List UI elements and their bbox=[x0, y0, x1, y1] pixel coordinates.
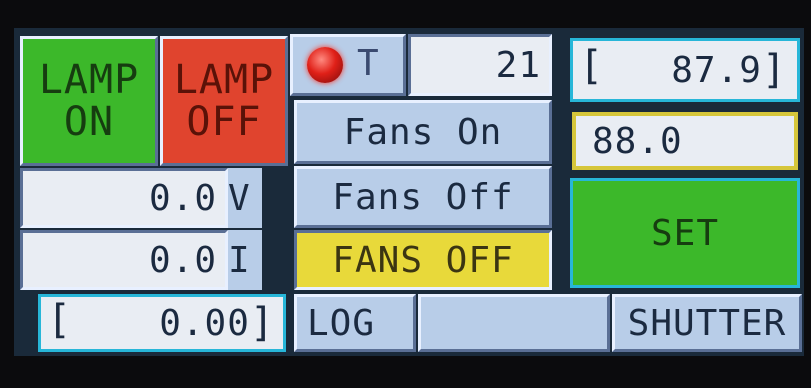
lamp-off-label-1: LAMP bbox=[173, 57, 275, 103]
hmi-screen: LAMP ON LAMP OFF T 21 Fans On Fans Off F… bbox=[14, 28, 804, 356]
bracket-left-icon: [ bbox=[47, 297, 73, 343]
red-led-icon bbox=[307, 47, 343, 83]
log-button[interactable]: LOG bbox=[294, 294, 416, 352]
indicator-value: 21 bbox=[408, 34, 552, 96]
bracket-right-icon: ] bbox=[761, 47, 787, 93]
voltage-value: 0.0 bbox=[148, 177, 217, 219]
target-setpoint-value: 88.0 bbox=[592, 120, 683, 162]
target-setpoint-input[interactable]: 88.0 bbox=[572, 112, 798, 170]
current-unit: I bbox=[228, 230, 262, 290]
shutter-button[interactable]: SHUTTER bbox=[612, 294, 802, 352]
fans-on-label: Fans On bbox=[343, 111, 503, 153]
current-value: 0.0 bbox=[148, 239, 217, 281]
t-label: T bbox=[357, 43, 380, 84]
fans-status-text: FANS OFF bbox=[332, 239, 514, 281]
fans-off-button[interactable]: Fans Off bbox=[294, 166, 552, 228]
shutter-label: SHUTTER bbox=[627, 302, 787, 344]
current-unit-text: I bbox=[228, 239, 251, 281]
bracket-right-icon: ] bbox=[249, 300, 275, 346]
total-value: 0.00 bbox=[159, 302, 250, 344]
lamp-on-button[interactable]: LAMP ON bbox=[20, 36, 158, 166]
current-setpoint-value: 87.9 bbox=[671, 49, 762, 91]
total-display: [ 0.00 ] bbox=[38, 294, 286, 352]
fans-off-label: Fans Off bbox=[332, 176, 514, 218]
lamp-on-label-1: LAMP bbox=[38, 57, 140, 103]
set-button[interactable]: SET bbox=[570, 178, 800, 288]
lamp-on-label-2: ON bbox=[63, 99, 115, 145]
current-setpoint-display: [ 87.9 ] bbox=[570, 38, 800, 102]
fans-status-indicator: FANS OFF bbox=[294, 230, 552, 290]
set-label: SET bbox=[650, 212, 720, 254]
voltage-unit: V bbox=[228, 168, 262, 228]
voltage-unit-text: V bbox=[228, 177, 251, 219]
fans-on-button[interactable]: Fans On bbox=[294, 100, 552, 164]
voltage-display: 0.0 bbox=[20, 168, 228, 228]
blank-panel bbox=[418, 294, 610, 352]
current-display: 0.0 bbox=[20, 230, 228, 290]
bracket-left-icon: [ bbox=[579, 43, 605, 89]
indicator-panel: T bbox=[290, 34, 406, 96]
log-label: LOG bbox=[307, 302, 376, 344]
lamp-off-label-2: OFF bbox=[186, 99, 262, 145]
lamp-off-button[interactable]: LAMP OFF bbox=[160, 36, 288, 166]
indicator-value-text: 21 bbox=[495, 44, 541, 86]
